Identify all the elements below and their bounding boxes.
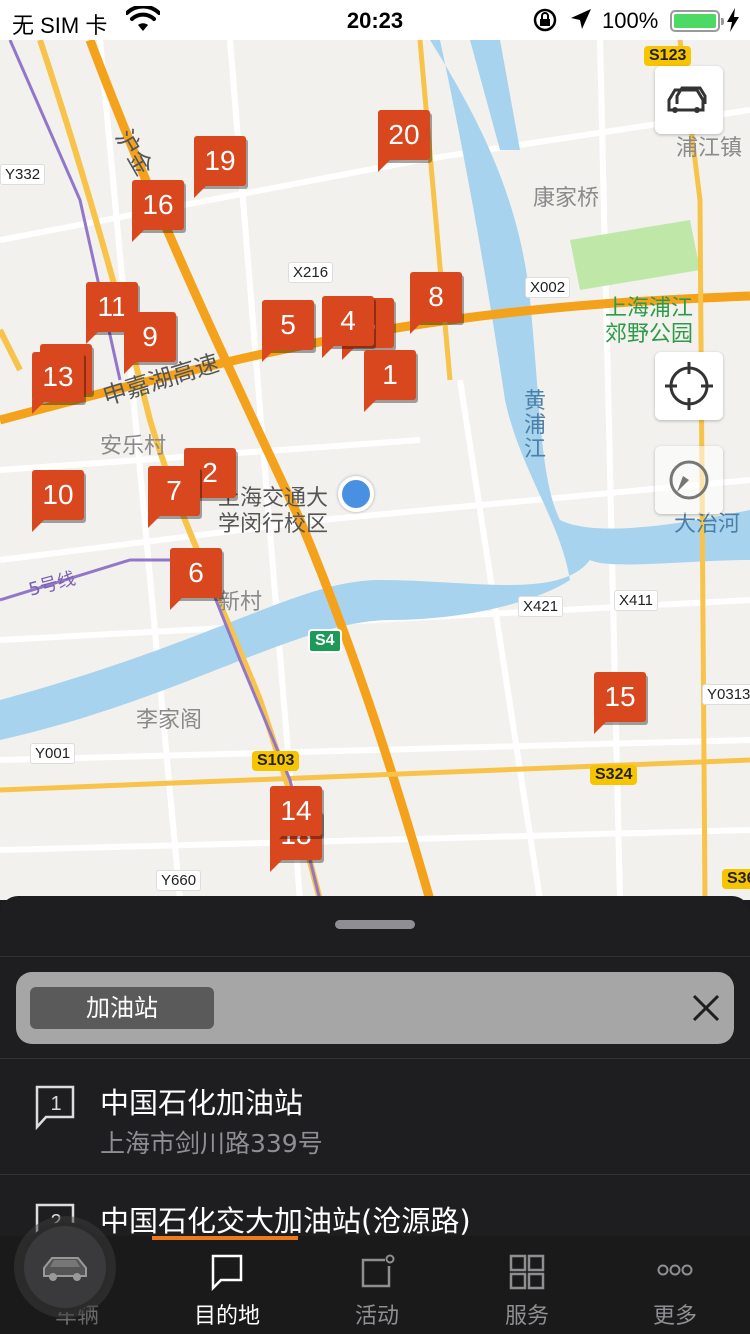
road-tag-y332: Y332	[0, 164, 46, 185]
battery-icon	[670, 10, 724, 32]
search-chip[interactable]: 加油站	[30, 987, 214, 1029]
traffic-button[interactable]	[655, 66, 723, 134]
result-item[interactable]: 1 中国石化加油站 上海市剑川路339号	[0, 1060, 750, 1176]
map-pin[interactable]: 16	[132, 180, 184, 242]
map-pin[interactable]: 15	[594, 672, 646, 734]
tab-service[interactable]: 服务	[452, 1236, 602, 1334]
shield-s103: S103	[252, 751, 300, 771]
flag-icon	[211, 1254, 243, 1292]
result-title: 中国石化加油站	[100, 1086, 304, 1120]
traffic-car-icon	[667, 86, 707, 113]
map-pin[interactable]: 19	[194, 136, 246, 198]
shield-s4: S4	[308, 629, 342, 653]
status-bar: 无 SIM 卡 20:23 100%	[0, 0, 750, 40]
svg-text:1: 1	[50, 1093, 61, 1115]
map-label-anle: 安乐村	[100, 434, 167, 459]
divider	[0, 1174, 750, 1175]
sheet-drag-handle[interactable]	[335, 920, 415, 929]
charging-bolt-icon	[727, 8, 739, 32]
shield-s123: S123	[644, 46, 692, 66]
map-pin[interactable]: 6	[170, 548, 222, 610]
rotation-lock-icon	[533, 8, 557, 32]
map-base	[0, 40, 750, 900]
vehicle-button[interactable]	[20, 1222, 110, 1312]
search-bar[interactable]: 加油站	[16, 972, 734, 1044]
divider	[0, 956, 750, 957]
map-pin[interactable]: 5	[262, 300, 314, 362]
road-tag-x002: X002	[525, 277, 571, 298]
tab-bar: 车辆 目的地 活动 服务 更多	[0, 1236, 750, 1334]
locate-button[interactable]	[655, 352, 723, 420]
map-pin[interactable]: 10	[32, 470, 84, 532]
road-tag-y0313: Y0313	[702, 684, 750, 705]
map-pin[interactable]: 13	[32, 352, 84, 414]
tab-more[interactable]: 更多	[600, 1236, 750, 1334]
grid-icon	[509, 1254, 545, 1290]
road-tag-x411: X411	[614, 590, 658, 611]
results-sheet[interactable]: 加油站 1 中国石化加油站 上海市剑川路339号 2 中国石化交大加油站(沧源路…	[0, 896, 750, 1236]
location-arrow-icon	[571, 9, 591, 29]
map-pin[interactable]: 20	[378, 110, 430, 172]
map-label-lijiage: 李家阁	[136, 708, 203, 733]
map-pin[interactable]: 8	[410, 272, 462, 334]
map-label-pujiangzhen: 浦江镇	[676, 136, 743, 161]
map-pin[interactable]: 9	[124, 312, 176, 374]
battery-percent: 100%	[602, 8, 659, 33]
map-pin[interactable]: 14	[270, 786, 322, 848]
map-label-huangpu: 黄浦江	[524, 389, 547, 462]
road-tag-y001: Y001	[30, 743, 76, 764]
tab-destination[interactable]: 目的地	[152, 1236, 302, 1334]
map-label-sjtu-2: 学闵行校区	[218, 512, 329, 537]
car-icon	[43, 1257, 87, 1281]
tab-label: 目的地	[193, 1304, 260, 1329]
map-pin[interactable]: 1	[364, 350, 416, 412]
crosshair-icon	[665, 362, 713, 410]
map-pin[interactable]: 4	[322, 296, 374, 358]
user-location-dot	[338, 476, 374, 512]
map-label-kangjiaqiao: 康家桥	[533, 186, 600, 211]
map-pin[interactable]: 7	[148, 466, 200, 528]
map-view[interactable]: 沪金 康家桥 浦江镇 上海浦江 郊野公园 申嘉湖高速 安乐村 上海交通大 学闵行…	[0, 40, 750, 900]
result-item[interactable]: 2 中国石化交大加油站(沧源路)	[0, 1178, 750, 1236]
road-tag-y660: Y660	[156, 870, 202, 891]
more-icon	[657, 1264, 693, 1276]
divider	[0, 1058, 750, 1059]
tab-label: 更多	[652, 1304, 697, 1329]
tab-label: 服务	[504, 1304, 549, 1329]
road-tag-x216: X216	[288, 262, 334, 283]
map-label-park-2: 郊野公园	[605, 322, 694, 347]
result-title: 中国石化交大加油站(沧源路)	[100, 1204, 471, 1236]
road-tag-x421: X421	[518, 596, 564, 617]
tab-activity[interactable]: 活动	[302, 1236, 452, 1334]
close-icon[interactable]	[686, 988, 726, 1028]
compass-icon	[669, 460, 709, 500]
tab-label: 活动	[354, 1304, 399, 1329]
map-label-xincun: 新村	[218, 590, 263, 615]
result-address: 上海市剑川路339号	[100, 1129, 323, 1158]
compass-button[interactable]	[655, 446, 723, 514]
shield-s36: S36	[722, 869, 750, 889]
flag-index-icon: 1	[35, 1085, 75, 1130]
shield-s324: S324	[590, 765, 638, 785]
activity-icon	[361, 1254, 395, 1288]
